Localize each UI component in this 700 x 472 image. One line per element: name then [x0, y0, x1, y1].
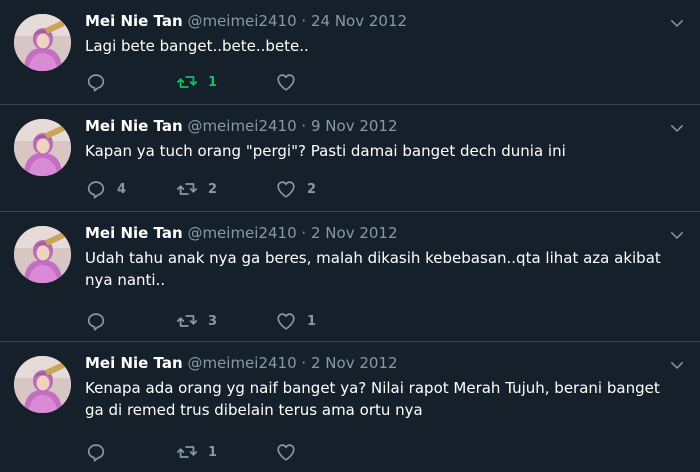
like-button[interactable]: 1: [275, 310, 316, 332]
like-count: 1: [307, 313, 317, 329]
tweet[interactable]: Mei Nie Tan @meimei2410 · 9 Nov 2012 Kap…: [0, 105, 700, 212]
reply-button[interactable]: [85, 441, 117, 463]
heart-icon: [275, 71, 297, 93]
retweet-button[interactable]: 3: [176, 310, 217, 332]
heart-icon: [275, 310, 297, 332]
avatar[interactable]: [14, 356, 71, 413]
tweet-date[interactable]: 2 Nov 2012: [311, 354, 398, 372]
retweet-count: 3: [208, 313, 218, 329]
like-count: 2: [307, 181, 317, 197]
tweet-date[interactable]: 9 Nov 2012: [311, 117, 398, 135]
reply-icon: [85, 310, 107, 332]
user-handle[interactable]: @meimei2410: [187, 12, 296, 30]
retweet-button[interactable]: 1: [176, 71, 217, 93]
tweet-text: Kenapa ada orang yg naif banget ya? Nila…: [85, 379, 660, 419]
tweet-header: Mei Nie Tan @meimei2410 · 2 Nov 2012: [85, 353, 398, 373]
meta-separator: ·: [301, 12, 307, 30]
retweet-button[interactable]: 2: [176, 178, 217, 200]
tweet-actions: 1: [85, 71, 345, 93]
heart-icon: [275, 178, 297, 200]
reply-icon: [85, 441, 107, 463]
tweet-header: Mei Nie Tan @meimei2410 · 2 Nov 2012: [85, 223, 398, 243]
tweet-text: Udah tahu anak nya ga beres, malah dikas…: [85, 249, 661, 289]
avatar[interactable]: [14, 14, 71, 71]
tweet-date[interactable]: 2 Nov 2012: [311, 224, 398, 242]
like-button[interactable]: [275, 71, 307, 93]
retweet-icon: [176, 441, 198, 463]
tweet-text: Lagi bete banget..bete..bete..: [85, 37, 309, 55]
reply-button[interactable]: [85, 310, 117, 332]
tweet-date[interactable]: 24 Nov 2012: [311, 12, 407, 30]
retweet-icon: [176, 178, 198, 200]
meta-separator: ·: [301, 224, 307, 242]
user-handle[interactable]: @meimei2410: [187, 354, 296, 372]
tweet[interactable]: Mei Nie Tan @meimei2410 · 2 Nov 2012 Uda…: [0, 212, 700, 342]
like-button[interactable]: [275, 441, 307, 463]
tweet-actions: 1: [85, 441, 345, 463]
tweet-actions: 4 2 2: [85, 178, 345, 200]
reply-icon: [85, 178, 107, 200]
tweet-actions: 3 1: [85, 310, 345, 332]
retweet-count: 1: [208, 74, 218, 90]
reply-count: 4: [117, 181, 127, 197]
tweet-header: Mei Nie Tan @meimei2410 · 9 Nov 2012: [85, 116, 398, 136]
avatar[interactable]: [14, 226, 71, 283]
heart-icon: [275, 441, 297, 463]
reply-button[interactable]: [85, 71, 117, 93]
meta-separator: ·: [301, 354, 307, 372]
chevron-down-icon[interactable]: [668, 119, 686, 137]
chevron-down-icon[interactable]: [668, 226, 686, 244]
display-name[interactable]: Mei Nie Tan: [85, 224, 183, 242]
avatar[interactable]: [14, 119, 71, 176]
user-handle[interactable]: @meimei2410: [187, 224, 296, 242]
retweet-button[interactable]: 1: [176, 441, 217, 463]
retweet-icon: [176, 310, 198, 332]
tweet[interactable]: Mei Nie Tan @meimei2410 · 24 Nov 2012 La…: [0, 0, 700, 105]
reply-button[interactable]: 4: [85, 178, 126, 200]
chevron-down-icon[interactable]: [668, 356, 686, 374]
display-name[interactable]: Mei Nie Tan: [85, 117, 183, 135]
retweet-icon: [176, 71, 198, 93]
reply-icon: [85, 71, 107, 93]
like-button[interactable]: 2: [275, 178, 316, 200]
retweet-count: 2: [208, 181, 218, 197]
tweet[interactable]: Mei Nie Tan @meimei2410 · 2 Nov 2012 Ken…: [0, 342, 700, 472]
tweet-header: Mei Nie Tan @meimei2410 · 24 Nov 2012: [85, 11, 407, 31]
user-handle[interactable]: @meimei2410: [187, 117, 296, 135]
meta-separator: ·: [301, 117, 307, 135]
chevron-down-icon[interactable]: [668, 14, 686, 32]
tweet-feed: Mei Nie Tan @meimei2410 · 24 Nov 2012 La…: [0, 0, 700, 472]
display-name[interactable]: Mei Nie Tan: [85, 12, 183, 30]
retweet-count: 1: [208, 444, 218, 460]
tweet-text: Kapan ya tuch orang "pergi"? Pasti damai…: [85, 142, 566, 160]
display-name[interactable]: Mei Nie Tan: [85, 354, 183, 372]
